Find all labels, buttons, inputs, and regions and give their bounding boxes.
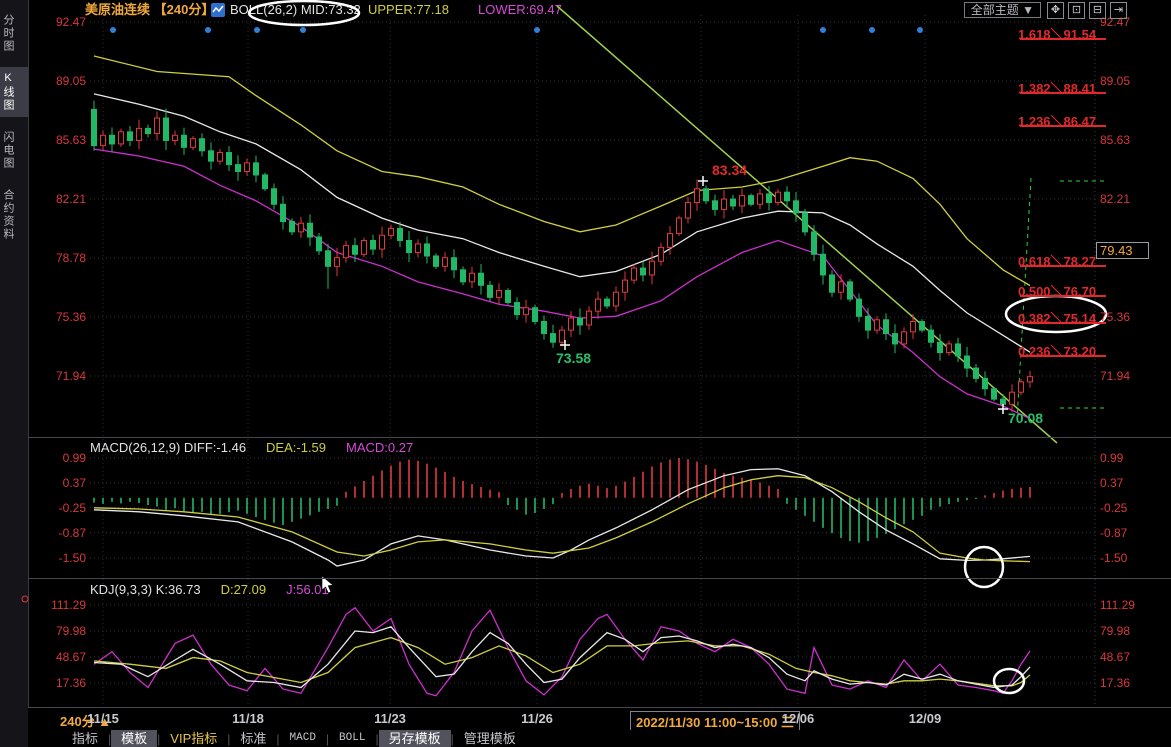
- macd-axis-tick-left: 0.99: [34, 451, 86, 465]
- kdj-axis-tick-right: 17.36: [1100, 676, 1130, 690]
- main-axis-tick-right: 71.94: [1100, 369, 1130, 383]
- toolbar-item-BOLL[interactable]: BOLL: [329, 730, 375, 747]
- zoom-axis-icon[interactable]: ⊟: [1089, 2, 1106, 19]
- kdj-axis-tick-right: 48.67: [1100, 650, 1130, 664]
- toolbar-item-指标[interactable]: 指标: [62, 730, 108, 747]
- kdj-axis-tick-left: 79.98: [34, 624, 86, 638]
- chart-canvas[interactable]: [0, 0, 1171, 747]
- swing-price-label: 70.08: [1008, 410, 1043, 426]
- kdj-axis-tick-left: 48.67: [34, 650, 86, 664]
- main-axis-tick-left: 85.63: [34, 133, 86, 147]
- fib-level-label: 0.618＼78.27: [1018, 251, 1106, 270]
- main-axis-tick-right: 85.63: [1100, 133, 1130, 147]
- shift-right-icon[interactable]: ⇥: [1110, 2, 1127, 19]
- fib-level-label: 0.236＼73.20: [1018, 341, 1106, 360]
- time-axis: 240分 ▲ 11/1511/1811/2311/262022/11/30 11…: [28, 707, 1171, 731]
- main-axis-tick-left: 71.94: [34, 369, 86, 383]
- date-tick-label: 11/15: [87, 711, 119, 726]
- macd-axis-tick-right: 0.37: [1100, 476, 1123, 490]
- macd-axis-tick-right: -1.50: [1100, 551, 1127, 565]
- zoom-area-icon[interactable]: ⊡: [1068, 2, 1085, 19]
- date-tick-label: 11/23: [374, 711, 406, 726]
- fib-level-label: 1.236＼86.47: [1018, 111, 1106, 130]
- main-axis-tick-left: 75.36: [34, 310, 86, 324]
- macd-axis-tick-right: 0.99: [1100, 451, 1123, 465]
- macd-axis-tick-left: -0.25: [34, 501, 86, 515]
- fib-level-label: 0.382＼75.14: [1018, 308, 1106, 327]
- main-axis-tick-right: 82.21: [1100, 192, 1130, 206]
- kdj-axis-tick-right: 79.98: [1100, 624, 1130, 638]
- main-axis-tick-left: 92.47: [34, 15, 86, 29]
- panel-marker-icon: [22, 596, 28, 602]
- macd-axis-tick-left: 0.37: [34, 476, 86, 490]
- swing-price-label: 83.34: [712, 162, 747, 178]
- date-tick-label: 11/18: [232, 711, 264, 726]
- swing-price-label: 73.58: [556, 350, 591, 366]
- pan-icon[interactable]: ✥: [1047, 2, 1064, 19]
- toolbar-item-MACD[interactable]: MACD: [280, 730, 326, 747]
- date-tick-label: 12/09: [909, 711, 942, 726]
- date-tick-label: 11/26: [521, 711, 553, 726]
- date-tick-label: 12/06: [782, 711, 815, 726]
- bottom-toolbar: 指标|模板|VIP指标|标准|MACD|BOLL|另存模板|管理模板: [28, 730, 1171, 747]
- kdj-axis-tick-right: 111.29: [1100, 598, 1135, 612]
- main-axis-tick-left: 89.05: [34, 74, 86, 88]
- kdj-axis-tick-left: 111.29: [34, 598, 86, 612]
- macd-axis-tick-right: -0.87: [1100, 526, 1127, 540]
- macd-axis-tick-left: -1.50: [34, 551, 86, 565]
- main-axis-tick-left: 78.78: [34, 251, 86, 265]
- fib-level-label: 1.382＼88.41: [1018, 78, 1106, 97]
- macd-axis-tick-left: -0.87: [34, 526, 86, 540]
- toolbar-item-模板[interactable]: 模板: [111, 730, 157, 747]
- toolbar-item-标准[interactable]: 标准: [230, 730, 276, 747]
- toolbar-item-另存模板[interactable]: 另存模板: [379, 730, 451, 747]
- fib-level-label: 0.500＼76.70: [1018, 281, 1106, 300]
- macd-axis-tick-right: -0.25: [1100, 501, 1127, 515]
- last-price-marker: 79.43: [1096, 242, 1149, 259]
- toolbar-item-管理模板[interactable]: 管理模板: [454, 730, 526, 747]
- divider-macd-kdj: [28, 578, 1171, 579]
- kdj-axis-tick-left: 17.36: [34, 676, 86, 690]
- divider-main-macd: [28, 437, 1171, 438]
- crosshair-date-label: 2022/11/30 11:00~15:00 三: [630, 711, 800, 732]
- fib-level-label: 1.618＼91.54: [1018, 24, 1106, 43]
- main-axis-tick-left: 82.21: [34, 192, 86, 206]
- trading-app-window: 分时图K线图闪电图合约资料 美原油连续 【240分】 BOLL(26,2) MI…: [0, 0, 1171, 747]
- toolbar-item-VIP指标[interactable]: VIP指标: [160, 730, 227, 747]
